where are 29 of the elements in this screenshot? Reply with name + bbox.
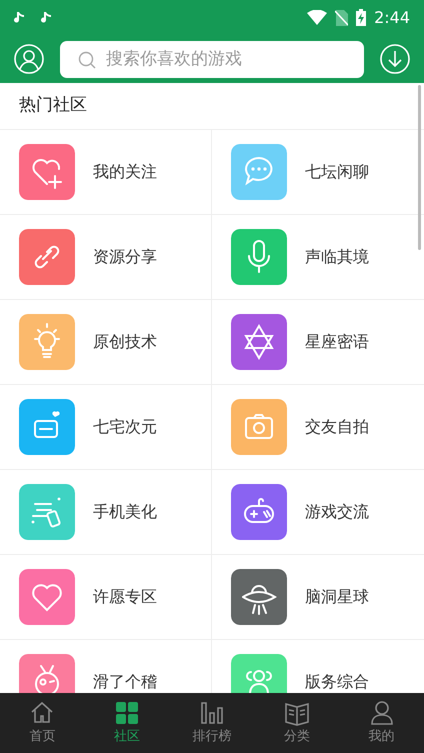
music-note-icon [14, 11, 25, 24]
no-sim-icon [335, 10, 348, 26]
community-label[interactable]: 星座密语 [305, 330, 369, 354]
community-label[interactable]: 七坛闲聊 [305, 160, 369, 184]
community-label[interactable]: 手机美化 [93, 500, 157, 524]
nav-tab[interactable]: 排行榜 [170, 693, 254, 753]
nav-tab[interactable]: 我的 [339, 693, 424, 753]
nav-tab[interactable]: 首页 [0, 693, 85, 753]
community-label[interactable]: 声临其境 [305, 245, 369, 269]
music-note-icon [41, 11, 52, 24]
battery-charging-icon [356, 9, 366, 26]
search-icon [78, 50, 96, 68]
community-label[interactable]: 资源分享 [93, 245, 157, 269]
community-label[interactable]: 许愿专区 [93, 585, 157, 609]
profile-icon[interactable] [14, 44, 44, 74]
community-label[interactable]: 七宅次元 [93, 415, 157, 439]
community-label[interactable]: 我的关注 [93, 160, 157, 184]
wifi-icon [307, 10, 328, 25]
status-time: 2:44 [374, 6, 410, 28]
community-label[interactable]: 版务综合 [305, 670, 369, 693]
community-label[interactable]: 脑洞星球 [305, 585, 369, 609]
community-label[interactable]: 游戏交流 [305, 500, 369, 524]
nav-tab[interactable]: 分类 [254, 693, 340, 753]
download-icon[interactable] [380, 44, 410, 74]
nav-tab[interactable]: 社区 [84, 693, 170, 753]
community-label[interactable]: 交友自拍 [305, 415, 369, 439]
community-label[interactable]: 滑了个稽 [93, 670, 157, 693]
search-field[interactable]: 搜索你喜欢的游戏 [60, 40, 364, 78]
community-label[interactable]: 原创技术 [93, 330, 157, 354]
